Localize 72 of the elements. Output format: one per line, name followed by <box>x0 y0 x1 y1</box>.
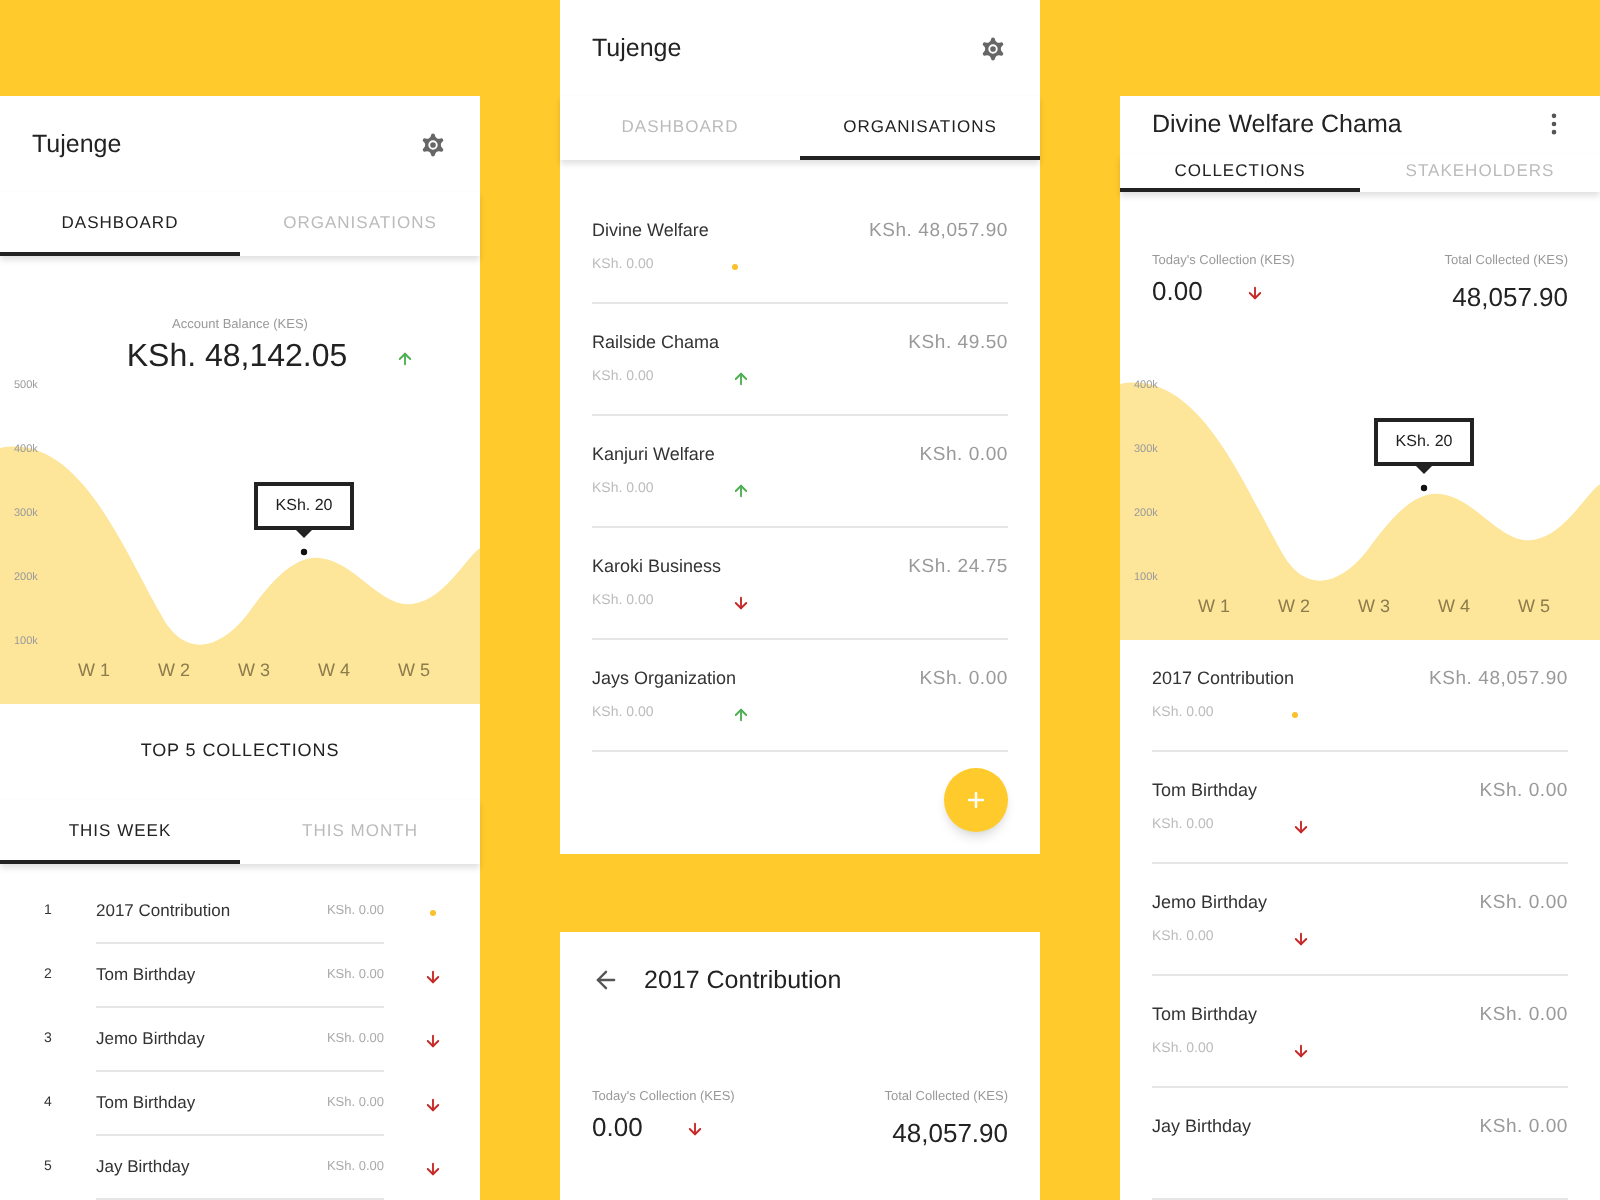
tooltip-pointer <box>1416 466 1432 474</box>
row-title: Tom Birthday <box>1152 778 1258 805</box>
down-arrow-icon <box>1292 1042 1310 1060</box>
down-arrow-icon <box>423 1095 441 1113</box>
row-title: Jemo Birthday <box>1152 890 1268 917</box>
tab[interactable]: ORGANISATIONS <box>800 96 1040 160</box>
x-axis-label: W 1 <box>78 660 110 680</box>
collection-name: Tom Birthday <box>96 962 196 988</box>
tab[interactable]: THIS WEEK <box>0 800 240 864</box>
settings-icon[interactable] <box>978 33 1008 63</box>
x-axis-label: W 5 <box>1518 596 1550 616</box>
row-total: KSh. 24.75 <box>908 554 1008 582</box>
down-arrow-icon <box>1292 930 1310 948</box>
plus-icon <box>964 788 988 812</box>
app-title: Tujenge <box>592 31 684 66</box>
app-title: Tujenge <box>32 127 124 162</box>
collection-name: Jay Birthday <box>96 1154 190 1180</box>
x-axis-label: W 1 <box>1198 596 1230 616</box>
row-title: 2017 Contribution <box>1152 666 1295 693</box>
row-title: Jays Organization <box>592 666 737 693</box>
down-arrow-icon <box>686 1119 705 1137</box>
app-title: 2017 Contribution <box>644 963 844 998</box>
x-axis-label: W 3 <box>238 660 270 680</box>
down-arrow-icon <box>732 594 750 612</box>
down-arrow-icon <box>1246 283 1265 301</box>
x-axis-label: W 3 <box>1358 596 1390 616</box>
row-total: KSh. 0.00 <box>1479 778 1568 806</box>
row-total: KSh. 0.00 <box>1479 890 1568 918</box>
tooltip: KSh. 20 <box>1374 418 1474 466</box>
row-title: Kanjuri Welfare <box>592 442 715 469</box>
x-axis-label: W 4 <box>1438 596 1470 616</box>
x-axis-label: W 2 <box>1278 596 1310 616</box>
row-title: Divine Welfare <box>592 218 709 245</box>
tab[interactable]: COLLECTIONS <box>1120 153 1360 192</box>
row-total: KSh. 48,057.90 <box>1429 666 1568 694</box>
x-axis-label: W 4 <box>318 660 350 680</box>
tooltip-pointer <box>296 530 312 538</box>
stat-value: 48,057.90 <box>892 1116 1008 1152</box>
x-axis-label: W 2 <box>158 660 190 680</box>
down-arrow-icon <box>423 967 441 985</box>
row-total: KSh. 49.50 <box>908 330 1008 358</box>
stat-value: 48,057.90 <box>1452 280 1568 316</box>
marker-dot <box>1420 484 1428 492</box>
x-axis-label: W 5 <box>398 660 430 680</box>
row-title: Jay Birthday <box>1152 1114 1252 1141</box>
section-title: TOP 5 COLLECTIONS <box>140 738 340 765</box>
down-arrow-icon <box>423 1031 441 1049</box>
row-total: KSh. 0.00 <box>919 666 1008 694</box>
up-arrow-icon <box>732 482 750 500</box>
up-arrow-icon <box>732 370 750 388</box>
down-arrow-icon <box>423 1159 441 1177</box>
up-arrow-icon <box>395 349 414 367</box>
down-arrow-icon <box>1292 818 1310 836</box>
row-title: Karoki Business <box>592 554 722 581</box>
row-title: Railside Chama <box>592 330 720 357</box>
stat-value: 0.00 <box>592 1110 643 1146</box>
row-title: Tom Birthday <box>1152 1002 1258 1029</box>
balance-amount: KSh. 48,142.05 <box>126 338 348 378</box>
collection-name: Tom Birthday <box>96 1090 196 1116</box>
tab[interactable]: DASHBOARD <box>0 192 240 256</box>
tooltip: KSh. 20 <box>254 482 354 530</box>
row-total: KSh. 0.00 <box>1479 1114 1568 1142</box>
up-arrow-icon <box>732 706 750 724</box>
row-total: KSh. 48,057.90 <box>869 218 1008 246</box>
settings-icon[interactable] <box>418 129 448 159</box>
collection-name: Jemo Birthday <box>96 1026 205 1052</box>
collection-name: 2017 Contribution <box>96 898 231 924</box>
app-title: Divine Welfare Chama <box>1152 108 1404 143</box>
row-total: KSh. 0.00 <box>1479 1002 1568 1030</box>
stat-value: 0.00 <box>1152 274 1203 310</box>
row-total: KSh. 0.00 <box>919 442 1008 470</box>
marker-dot <box>300 548 308 556</box>
